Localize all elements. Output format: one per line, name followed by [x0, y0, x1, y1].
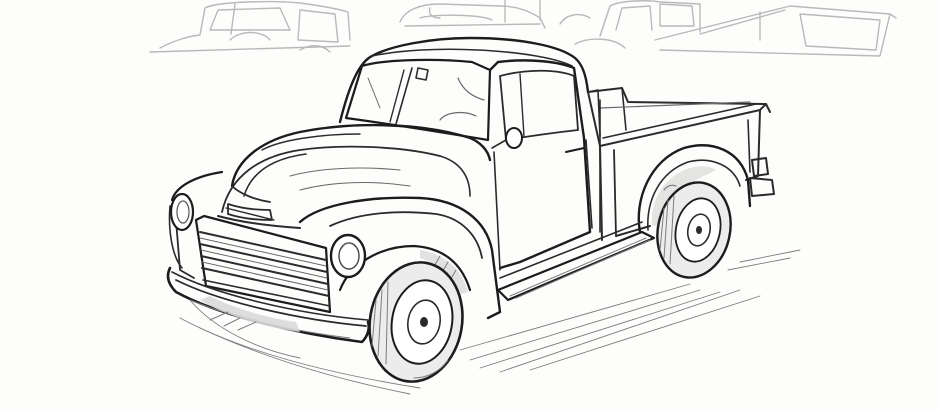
- front-bumper: [166, 266, 371, 344]
- background-sketch-right: [574, 0, 897, 57]
- background-sketch-left: [149, 0, 351, 53]
- truck-cab: [338, 36, 601, 271]
- truck-sketch-svg: [149, 0, 897, 395]
- headlight-left: [169, 192, 195, 232]
- drawing-canvas: [0, 0, 940, 411]
- headlight-right: [329, 233, 367, 279]
- background-sketch-middle: [399, 0, 591, 29]
- truck-hood: [221, 123, 492, 221]
